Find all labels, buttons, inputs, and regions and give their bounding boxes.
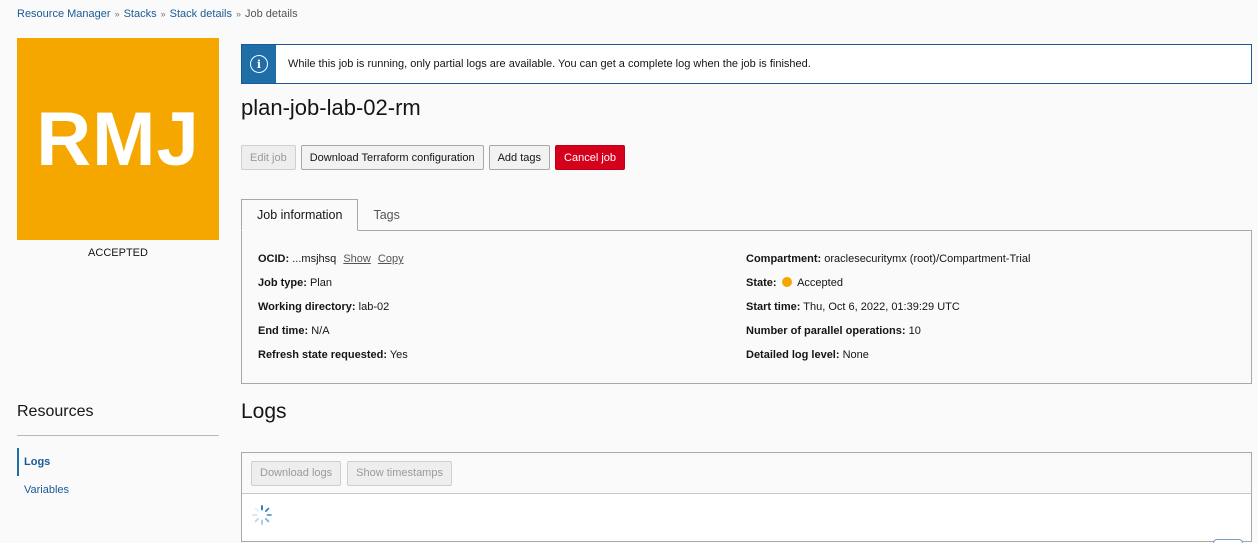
page-title: plan-job-lab-02-rm bbox=[241, 95, 421, 120]
parallel-operations-value: 10 bbox=[908, 325, 921, 337]
log-level-value: None bbox=[842, 349, 869, 361]
ocid-row: OCID: ...msjhsq Show Copy bbox=[258, 253, 408, 277]
info-column-left: OCID: ...msjhsq Show Copy Job type: Plan… bbox=[258, 253, 408, 373]
compartment-row: Compartment: oraclesecuritymx (root)/Com… bbox=[746, 253, 1030, 277]
sidebar-item-variables[interactable]: Variables bbox=[17, 476, 219, 504]
job-type-label: Job type: bbox=[258, 277, 307, 289]
detail-tabs: Job information Tags bbox=[241, 199, 415, 231]
help-tab-button[interactable] bbox=[1213, 539, 1243, 543]
loading-spinner-icon bbox=[252, 505, 272, 525]
logs-toolbar: Download logs Show timestamps bbox=[242, 453, 1251, 494]
state-row: State: Accepted bbox=[746, 277, 1030, 301]
state-value: Accepted bbox=[797, 277, 843, 289]
edit-job-button[interactable]: Edit job bbox=[241, 145, 296, 170]
info-banner: i While this job is running, only partia… bbox=[241, 44, 1252, 84]
ocid-value: ...msjhsq bbox=[292, 253, 337, 265]
end-time-row: End time: N/A bbox=[258, 325, 408, 349]
parallel-operations-label: Number of parallel operations: bbox=[746, 325, 906, 337]
refresh-state-value: Yes bbox=[389, 349, 408, 361]
show-timestamps-button[interactable]: Show timestamps bbox=[347, 460, 452, 486]
breadcrumb: Resource Manager » Stacks » Stack detail… bbox=[17, 8, 298, 20]
sidebar-item-logs[interactable]: Logs bbox=[17, 448, 219, 476]
start-time-row: Start time: Thu, Oct 6, 2022, 01:39:29 U… bbox=[746, 301, 1030, 325]
job-type-row: Job type: Plan bbox=[258, 277, 408, 301]
cancel-job-button[interactable]: Cancel job bbox=[555, 145, 625, 170]
ocid-label: OCID: bbox=[258, 253, 290, 265]
action-bar: Edit job Download Terraform configuratio… bbox=[241, 145, 625, 170]
ocid-copy-link[interactable]: Copy bbox=[378, 253, 404, 265]
job-status-label: ACCEPTED bbox=[88, 247, 148, 259]
info-icon-box: i bbox=[242, 45, 276, 83]
download-logs-button[interactable]: Download logs bbox=[251, 460, 342, 486]
logs-title: Logs bbox=[241, 400, 287, 423]
job-information-panel: OCID: ...msjhsq Show Copy Job type: Plan… bbox=[241, 230, 1252, 384]
state-label: State: bbox=[746, 277, 777, 289]
breadcrumb-separator-icon: » bbox=[114, 9, 120, 19]
state-dot-icon bbox=[781, 277, 792, 287]
tab-job-information[interactable]: Job information bbox=[241, 199, 359, 231]
resources-title: Resources bbox=[17, 403, 94, 420]
working-directory-label: Working directory: bbox=[258, 301, 356, 313]
breadcrumb-stacks[interactable]: Stacks bbox=[124, 8, 157, 20]
log-level-label: Detailed log level: bbox=[746, 349, 840, 361]
working-directory-value: lab-02 bbox=[358, 301, 390, 313]
log-level-row: Detailed log level: None bbox=[746, 349, 1030, 373]
breadcrumb-stack-details[interactable]: Stack details bbox=[170, 8, 232, 20]
start-time-label: Start time: bbox=[746, 301, 801, 313]
parallel-operations-row: Number of parallel operations: 10 bbox=[746, 325, 1030, 349]
resources-divider bbox=[17, 435, 219, 436]
refresh-state-label: Refresh state requested: bbox=[258, 349, 387, 361]
job-type-value: Plan bbox=[309, 277, 332, 289]
logs-panel: Download logs Show timestamps bbox=[241, 452, 1252, 543]
working-directory-row: Working directory: lab-02 bbox=[258, 301, 408, 325]
job-logo: RMJ bbox=[17, 38, 219, 240]
start-time-value: Thu, Oct 6, 2022, 01:39:29 UTC bbox=[803, 301, 960, 313]
job-logo-text: RMJ bbox=[36, 96, 200, 182]
breadcrumb-current: Job details bbox=[245, 8, 298, 20]
info-banner-message: While this job is running, only partial … bbox=[288, 58, 811, 70]
end-time-value: N/A bbox=[311, 325, 330, 337]
breadcrumb-resource-manager[interactable]: Resource Manager bbox=[17, 8, 111, 20]
refresh-state-row: Refresh state requested: Yes bbox=[258, 349, 408, 373]
ocid-show-link[interactable]: Show bbox=[343, 253, 371, 265]
compartment-value: oraclesecuritymx (root)/Compartment-Tria… bbox=[824, 253, 1031, 265]
breadcrumb-separator-icon: » bbox=[160, 9, 166, 19]
end-time-label: End time: bbox=[258, 325, 309, 337]
info-icon: i bbox=[250, 55, 268, 73]
compartment-label: Compartment: bbox=[746, 253, 822, 265]
tab-tags[interactable]: Tags bbox=[358, 199, 414, 231]
info-column-right: Compartment: oraclesecuritymx (root)/Com… bbox=[746, 253, 1030, 373]
download-terraform-button[interactable]: Download Terraform configuration bbox=[300, 145, 484, 170]
add-tags-button[interactable]: Add tags bbox=[488, 145, 551, 170]
breadcrumb-separator-icon: » bbox=[235, 9, 241, 19]
